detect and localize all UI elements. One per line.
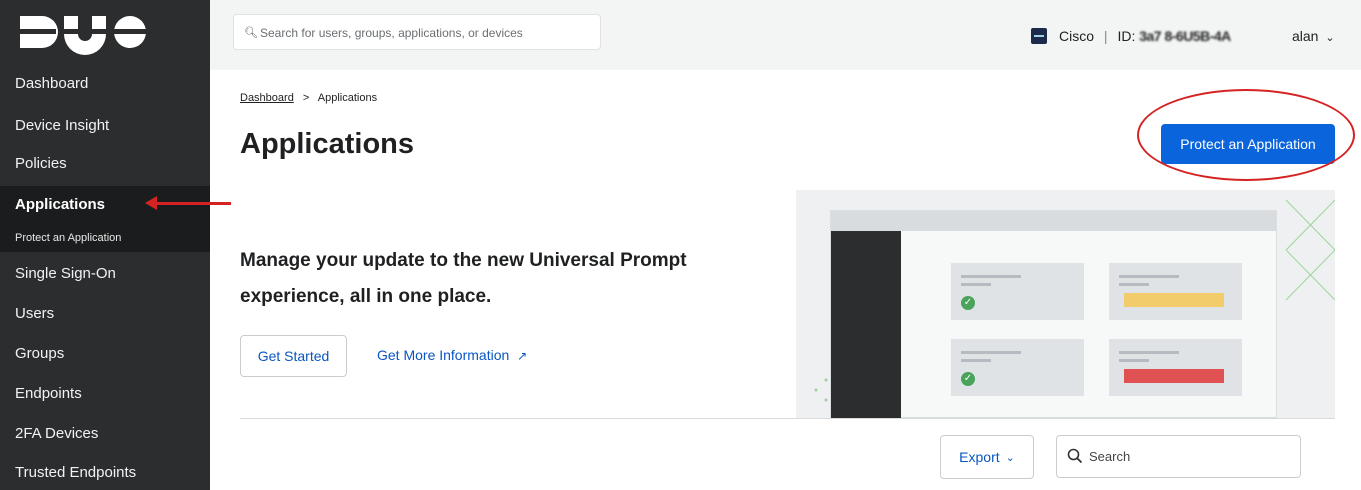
illustration-screen: ✓ ✓ — [830, 210, 1277, 418]
sidebar-item-device-insight[interactable]: Device Insight — [0, 117, 210, 139]
sidebar-item-single-sign-on[interactable]: Single Sign-On — [0, 265, 210, 287]
duo-logo[interactable] — [0, 0, 210, 64]
annotation-arrow-head — [145, 196, 157, 210]
org-info[interactable]: Cisco | ID: 3a7 8-6U5B-4A — [1059, 28, 1231, 44]
user-menu[interactable]: alan ⌄ — [1292, 28, 1335, 44]
annotation-arrow — [151, 202, 231, 205]
sidebar-item-policies[interactable]: Policies — [0, 155, 210, 177]
external-link-icon: ↗ — [517, 349, 528, 363]
breadcrumb-dashboard-link[interactable]: Dashboard — [240, 92, 294, 104]
breadcrumb: Dashboard > Applications — [240, 92, 378, 104]
warning-bar — [1124, 293, 1224, 307]
sidebar-item-endpoints[interactable]: Endpoints — [0, 385, 210, 407]
sidebar-item-groups[interactable]: Groups — [0, 345, 210, 367]
breadcrumb-current: Applications — [317, 92, 378, 104]
sidebar-item-users[interactable]: Users — [0, 305, 210, 327]
chevron-down-icon: ⌄ — [1005, 451, 1015, 464]
sidebar-item-trusted-endpoints[interactable]: Trusted Endpoints — [0, 464, 210, 486]
illustration-card-3: ✓ — [951, 339, 1084, 396]
illustration-card-1: ✓ — [951, 263, 1084, 320]
get-more-information-link[interactable]: Get More Information ↗ — [377, 347, 527, 363]
check-icon: ✓ — [961, 296, 975, 310]
sidebar: Dashboard Device Insight Policies Applic… — [0, 0, 210, 490]
check-icon: ✓ — [961, 372, 975, 386]
get-started-button[interactable]: Get Started — [240, 335, 347, 377]
cisco-logo-icon — [1031, 28, 1047, 44]
global-search-input[interactable]: 🔍︎ Search for users, groups, application… — [233, 14, 601, 50]
search-icon — [1067, 448, 1083, 464]
banner-heading: Manage your update to the new Universal … — [240, 250, 687, 307]
duo-logo-icon — [20, 16, 148, 55]
page-title: Applications — [240, 128, 415, 160]
illustration-card-4 — [1109, 339, 1242, 396]
account-id: 3a7 8-6U5B-4A — [1139, 28, 1231, 44]
universal-prompt-illustration: ✓ ✓ — [796, 190, 1335, 418]
illustration-screen-bar — [831, 211, 1276, 231]
sidebar-item-applications[interactable]: Applications — [0, 186, 210, 224]
illustration-card-2 — [1109, 263, 1242, 320]
illustration-screen-sidebar — [831, 231, 901, 418]
annotation-circle — [1137, 89, 1355, 181]
sidebar-item-2fa-devices[interactable]: 2FA Devices — [0, 425, 210, 447]
sidebar-subitem-protect-application[interactable]: Protect an Application — [0, 224, 210, 252]
error-bar — [1124, 369, 1224, 383]
search-icon: 🔍︎ — [244, 27, 258, 39]
export-button[interactable]: Export ⌄ — [940, 435, 1034, 479]
applications-search-input[interactable]: Search — [1056, 435, 1301, 478]
section-divider — [240, 418, 1335, 419]
sidebar-item-dashboard[interactable]: Dashboard — [0, 75, 210, 97]
chevron-down-icon: ⌄ — [1325, 32, 1335, 44]
